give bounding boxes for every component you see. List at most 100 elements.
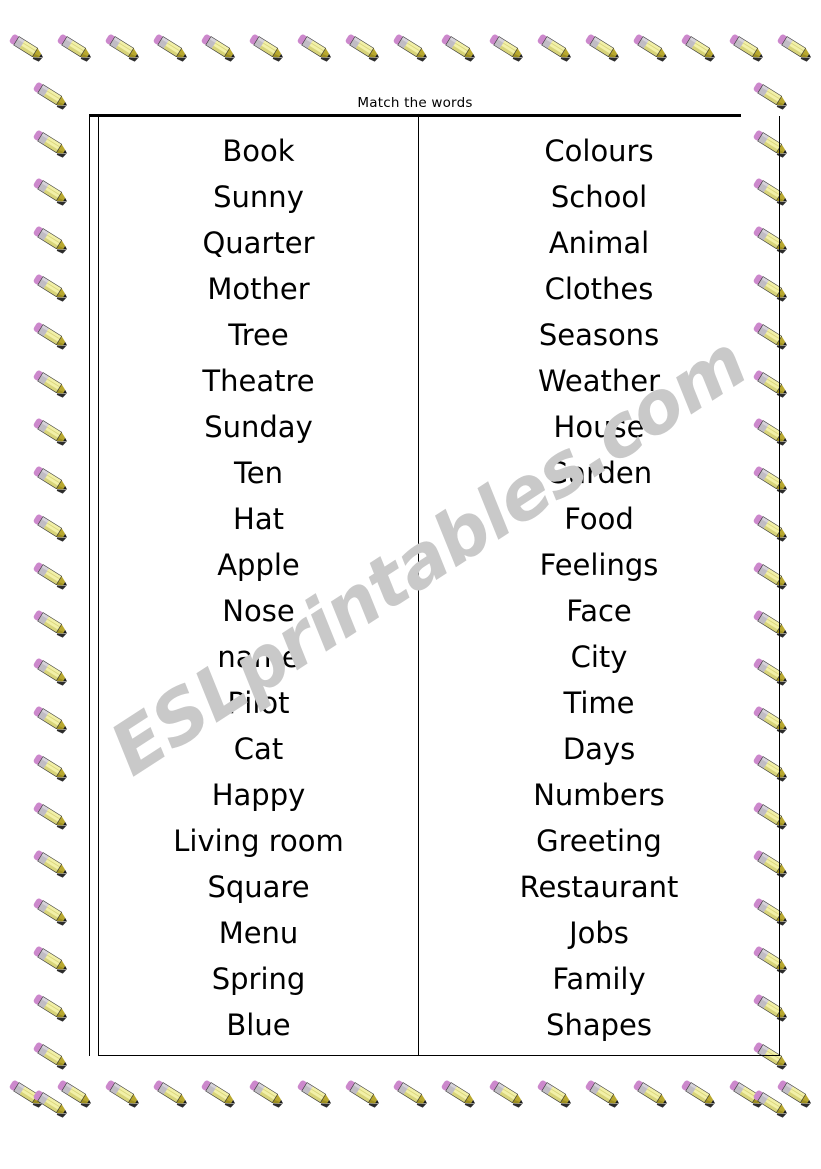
word-right-10[interactable]: Face <box>419 588 779 634</box>
pencil-icon <box>388 1072 432 1116</box>
pencil-icon <box>628 26 672 70</box>
pencil-icon <box>28 986 72 1030</box>
pencil-icon <box>436 26 480 70</box>
pencil-icon <box>4 1072 48 1116</box>
pencil-icon <box>340 26 384 70</box>
word-left-11[interactable]: name <box>99 634 418 680</box>
word-left-1[interactable]: Sunny <box>99 174 418 220</box>
pencil-icon <box>148 1072 192 1116</box>
title-band: Match the words <box>89 96 741 117</box>
pencil-icon <box>244 1072 288 1116</box>
page-title: Match the words <box>89 95 741 111</box>
pencil-icon <box>724 1072 768 1116</box>
pencil-icon <box>484 1072 528 1116</box>
word-left-4[interactable]: Tree <box>99 312 418 358</box>
word-column-right: ColoursSchoolAnimalClothesSeasonsWeather… <box>419 116 779 1055</box>
word-right-8[interactable]: Food <box>419 496 779 542</box>
word-left-5[interactable]: Theatre <box>99 358 418 404</box>
pencil-icon <box>388 26 432 70</box>
pencil-icon <box>28 458 72 502</box>
word-right-11[interactable]: City <box>419 634 779 680</box>
pencil-border-top <box>0 26 821 76</box>
word-right-14[interactable]: Numbers <box>419 772 779 818</box>
pencil-icon <box>532 26 576 70</box>
pencil-icon <box>748 1082 792 1126</box>
word-right-9[interactable]: Feelings <box>419 542 779 588</box>
pencil-icon <box>580 26 624 70</box>
word-right-4[interactable]: Seasons <box>419 312 779 358</box>
pencil-border-left <box>24 26 76 1122</box>
pencil-icon <box>532 1072 576 1116</box>
word-left-14[interactable]: Happy <box>99 772 418 818</box>
pencil-icon <box>100 26 144 70</box>
word-right-5[interactable]: Weather <box>419 358 779 404</box>
pencil-icon <box>28 1082 72 1126</box>
pencil-icon <box>28 554 72 598</box>
pencil-icon <box>28 1034 72 1078</box>
word-right-0[interactable]: Colours <box>419 128 779 174</box>
pencil-icon <box>340 1072 384 1116</box>
word-left-6[interactable]: Sunday <box>99 404 418 450</box>
pencil-border-bottom <box>0 1072 821 1122</box>
pencil-icon <box>52 26 96 70</box>
pencil-icon <box>748 74 792 118</box>
word-left-15[interactable]: Living room <box>99 818 418 864</box>
pencil-icon <box>676 26 720 70</box>
word-right-16[interactable]: Restaurant <box>419 864 779 910</box>
word-right-18[interactable]: Family <box>419 956 779 1002</box>
word-left-2[interactable]: Quarter <box>99 220 418 266</box>
word-right-7[interactable]: Garden <box>419 450 779 496</box>
pencil-icon <box>28 122 72 166</box>
word-column-left: BookSunnyQuarterMotherTreeTheatreSundayT… <box>99 116 419 1055</box>
word-right-6[interactable]: House <box>419 404 779 450</box>
word-left-8[interactable]: Hat <box>99 496 418 542</box>
word-left-19[interactable]: Blue <box>99 1002 418 1048</box>
pencil-icon <box>292 26 336 70</box>
pencil-icon <box>28 794 72 838</box>
pencil-icon <box>292 1072 336 1116</box>
pencil-icon <box>28 650 72 694</box>
word-left-17[interactable]: Menu <box>99 910 418 956</box>
word-right-15[interactable]: Greeting <box>419 818 779 864</box>
pencil-icon <box>244 26 288 70</box>
word-left-13[interactable]: Cat <box>99 726 418 772</box>
pencil-icon <box>28 218 72 262</box>
word-right-19[interactable]: Shapes <box>419 1002 779 1048</box>
match-words-table: BookSunnyQuarterMotherTreeTheatreSundayT… <box>89 116 779 1056</box>
pencil-icon <box>772 1072 816 1116</box>
pencil-icon <box>4 26 48 70</box>
pencil-icon <box>28 938 72 982</box>
pencil-icon <box>28 602 72 646</box>
word-right-1[interactable]: School <box>419 174 779 220</box>
pencil-icon <box>436 1072 480 1116</box>
word-right-3[interactable]: Clothes <box>419 266 779 312</box>
pencil-icon <box>580 1072 624 1116</box>
worksheet-page: Match the words BookSunnyQuarterMotherTr… <box>0 0 821 1169</box>
pencil-icon <box>148 26 192 70</box>
word-left-16[interactable]: Square <box>99 864 418 910</box>
word-left-9[interactable]: Apple <box>99 542 418 588</box>
pencil-icon <box>772 26 816 70</box>
pencil-icon <box>484 26 528 70</box>
word-right-12[interactable]: Time <box>419 680 779 726</box>
pencil-icon <box>628 1072 672 1116</box>
pencil-icon <box>52 1072 96 1116</box>
pencil-icon <box>28 506 72 550</box>
pencil-icon <box>100 1072 144 1116</box>
word-right-13[interactable]: Days <box>419 726 779 772</box>
word-left-18[interactable]: Spring <box>99 956 418 1002</box>
word-left-3[interactable]: Mother <box>99 266 418 312</box>
word-left-0[interactable]: Book <box>99 128 418 174</box>
word-left-7[interactable]: Ten <box>99 450 418 496</box>
word-left-12[interactable]: Pilot <box>99 680 418 726</box>
pencil-icon <box>196 1072 240 1116</box>
pencil-icon <box>28 362 72 406</box>
word-right-17[interactable]: Jobs <box>419 910 779 956</box>
pencil-icon <box>196 26 240 70</box>
pencil-icon <box>28 314 72 358</box>
word-left-10[interactable]: Nose <box>99 588 418 634</box>
pencil-icon <box>724 26 768 70</box>
pencil-icon <box>28 698 72 742</box>
pencil-icon <box>28 842 72 886</box>
word-right-2[interactable]: Animal <box>419 220 779 266</box>
